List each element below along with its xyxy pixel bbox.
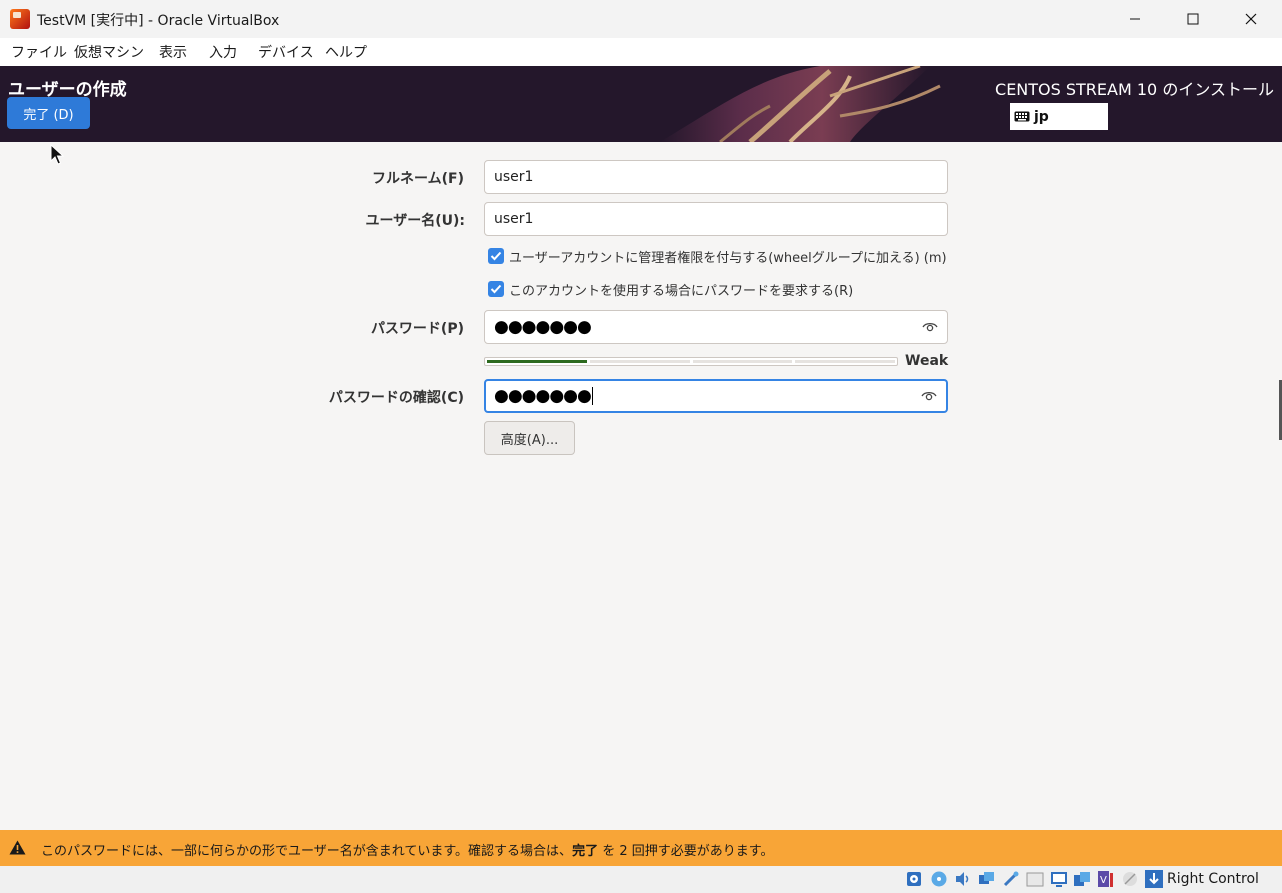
- admin-checkbox-label: ユーザーアカウントに管理者権限を付与する(wheelグループに加える) (m): [509, 250, 947, 266]
- hard-disk-icon[interactable]: [905, 870, 923, 888]
- confirm-password-input[interactable]: ●●●●●●●: [484, 379, 948, 413]
- warning-bar: このパスワードには、一部に何らかの形でユーザー名が含まれています。確認する場合は…: [0, 830, 1282, 866]
- minimize-button[interactable]: [1106, 0, 1164, 38]
- username-input[interactable]: user1: [484, 202, 948, 236]
- install-title: CENTOS STREAM 10 のインストール: [995, 80, 1274, 99]
- require-password-checkbox[interactable]: [488, 281, 504, 297]
- password-value: ●●●●●●●: [494, 317, 592, 337]
- fullname-value: user1: [494, 169, 534, 185]
- mouse-cursor-icon: [50, 144, 64, 165]
- keyboard-layout-indicator[interactable]: jp: [1010, 103, 1108, 130]
- checkmark-icon: [490, 251, 502, 261]
- maximize-button[interactable]: [1164, 0, 1222, 38]
- menu-input[interactable]: 入力: [209, 42, 237, 62]
- checkmark-icon: [490, 284, 502, 294]
- mouse-integration-icon[interactable]: [1121, 870, 1139, 888]
- shared-folder-icon[interactable]: [1026, 870, 1044, 888]
- require-password-label: このアカウントを使用する場合にパスワードを要求する(R): [509, 283, 854, 299]
- advanced-button[interactable]: 高度(A)...: [484, 421, 575, 455]
- fullname-label: フルネーム(F): [372, 171, 464, 187]
- warning-text: このパスワードには、一部に何らかの形でユーザー名が含まれています。確認する場合は…: [41, 844, 774, 859]
- menu-help[interactable]: ヘルプ: [325, 42, 367, 62]
- svg-text:V: V: [1100, 875, 1107, 886]
- title-bar: TestVM [実行中] - Oracle VirtualBox: [0, 0, 1282, 38]
- keyboard-layout-label: jp: [1034, 108, 1049, 125]
- host-key-label: Right Control: [1167, 871, 1259, 887]
- menu-devices[interactable]: デバイス: [258, 42, 314, 62]
- text-caret: [591, 387, 593, 405]
- menu-view[interactable]: 表示: [159, 42, 187, 62]
- username-value: user1: [494, 211, 534, 227]
- audio-icon[interactable]: [954, 870, 972, 888]
- fullname-input[interactable]: user1: [484, 160, 948, 194]
- user-form: フルネーム(F) user1 ユーザー名(U): user1 ユーザーアカウント…: [0, 142, 1282, 830]
- menu-machine[interactable]: 仮想マシン: [74, 42, 144, 62]
- password-label: パスワード(P): [370, 321, 464, 337]
- display-icon[interactable]: [1050, 870, 1068, 888]
- show-password-icon[interactable]: [921, 390, 937, 402]
- installer-header: ユーザーの作成 完了 (D) CENTOS STREAM 10 のインストール …: [0, 66, 1282, 142]
- host-key-arrow-icon[interactable]: [1145, 870, 1163, 888]
- password-strength-text: Weak: [905, 353, 949, 369]
- recording-icon[interactable]: [1073, 870, 1091, 888]
- password-strength-bar: [484, 357, 898, 366]
- close-icon: [1245, 13, 1257, 25]
- strength-segment: [692, 360, 793, 363]
- confirm-password-value: ●●●●●●●: [494, 386, 592, 406]
- warning-emphasis: 完了: [572, 844, 599, 859]
- admin-checkbox[interactable]: [488, 248, 504, 264]
- password-input[interactable]: ●●●●●●●: [484, 310, 948, 344]
- confirm-password-label: パスワードの確認(C): [328, 390, 464, 406]
- menu-file[interactable]: ファイル: [11, 42, 67, 62]
- virtualization-icon[interactable]: V: [1097, 870, 1115, 888]
- network-icon[interactable]: [978, 870, 996, 888]
- optical-drive-icon[interactable]: [930, 870, 948, 888]
- menu-bar: ファイル 仮想マシン 表示 入力 デバイス ヘルプ: [0, 38, 1282, 66]
- close-button[interactable]: [1222, 0, 1280, 38]
- username-label: ユーザー名(U):: [365, 213, 465, 229]
- strength-segment: [487, 360, 587, 363]
- minimize-icon: [1130, 18, 1140, 20]
- maximize-icon: [1187, 13, 1199, 25]
- admin-checkbox-row[interactable]: ユーザーアカウントに管理者権限を付与する(wheelグループに加える) (m): [488, 247, 947, 266]
- header-artwork: [660, 66, 941, 142]
- vm-status-bar: V Right Control: [0, 866, 1282, 893]
- done-button[interactable]: 完了 (D): [7, 97, 90, 129]
- strength-segment: [795, 360, 895, 363]
- strength-segment: [589, 360, 690, 363]
- warning-icon: [9, 840, 26, 855]
- virtualbox-icon: [10, 9, 30, 29]
- require-password-row[interactable]: このアカウントを使用する場合にパスワードを要求する(R): [488, 280, 854, 299]
- window-title: TestVM [実行中] - Oracle VirtualBox: [37, 13, 280, 29]
- show-password-icon[interactable]: [922, 321, 938, 333]
- keyboard-icon: [1014, 111, 1030, 122]
- usb-icon[interactable]: [1002, 870, 1020, 888]
